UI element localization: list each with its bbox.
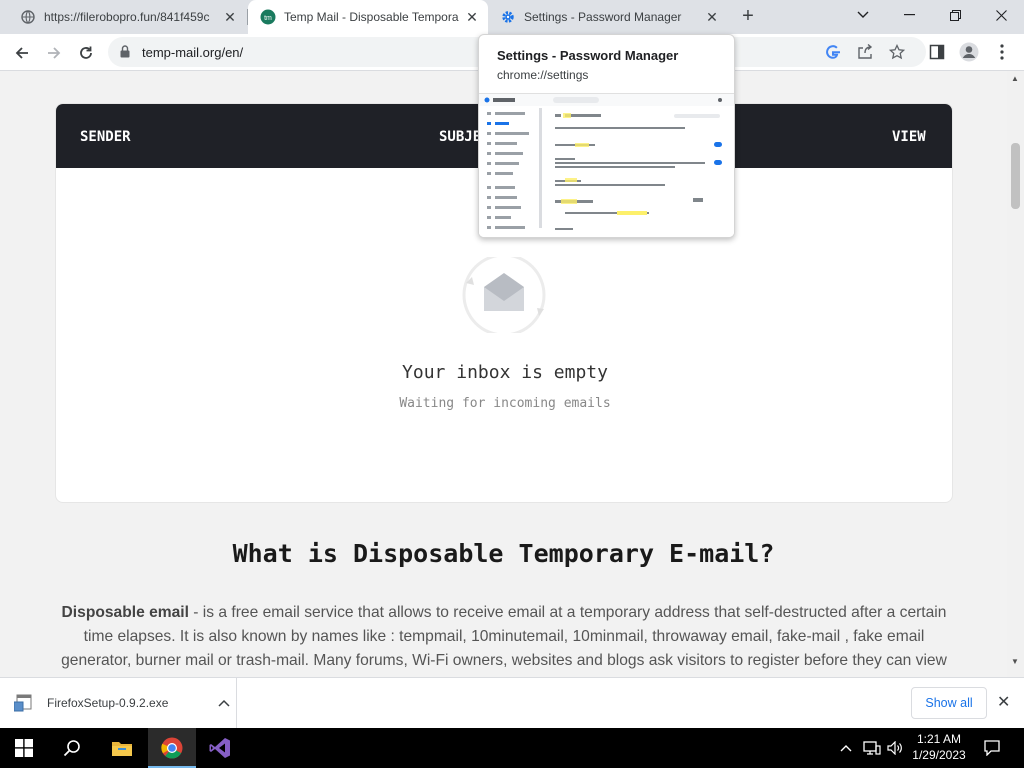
- back-button[interactable]: [8, 39, 36, 67]
- empty-inbox-subtitle: Waiting for incoming emails: [399, 396, 611, 411]
- clock-time: 1:21 AM: [916, 732, 962, 746]
- tab-close-icon[interactable]: ✕: [704, 9, 720, 26]
- tab-title: Temp Mail - Disposable Tempora: [284, 10, 459, 24]
- tray-overflow-chevron-icon[interactable]: [836, 738, 856, 758]
- side-panel-icon[interactable]: [927, 42, 947, 62]
- scroll-up-arrow-icon[interactable]: ▲: [1011, 74, 1019, 83]
- tab-close-icon[interactable]: ✕: [464, 9, 480, 26]
- tab-hover-card: Settings - Password Manager chrome://set…: [478, 34, 735, 238]
- close-download-shelf-icon[interactable]: ✕: [997, 692, 1010, 712]
- share-icon[interactable]: [856, 43, 874, 61]
- restore-button[interactable]: [932, 0, 978, 30]
- description-line: generator, burner mail or trash-mail. Ma…: [61, 652, 947, 669]
- empty-inbox-title: Your inbox is empty: [402, 362, 608, 383]
- google-lens-icon[interactable]: [824, 43, 842, 61]
- close-window-button[interactable]: [978, 0, 1024, 30]
- column-subject: SUBJE: [439, 129, 482, 145]
- notifications-icon[interactable]: [980, 738, 1004, 758]
- system-clock[interactable]: 1:21 AM 1/29/2023: [908, 731, 970, 763]
- bookmark-star-icon[interactable]: [888, 43, 906, 61]
- clock-date: 1/29/2023: [912, 748, 966, 762]
- svg-text:tm: tm: [264, 15, 272, 22]
- file-explorer-icon[interactable]: [98, 728, 146, 768]
- profile-avatar-icon[interactable]: [959, 42, 979, 62]
- visual-studio-icon[interactable]: [196, 728, 244, 768]
- scroll-down-arrow-icon[interactable]: ▼: [1011, 657, 1019, 666]
- page-scrollbar[interactable]: ▲ ▼: [1007, 71, 1024, 677]
- network-icon[interactable]: [860, 738, 884, 758]
- description-paragraph: Disposable email - is a free email servi…: [44, 601, 964, 673]
- hover-card-title: Settings - Password Manager: [497, 48, 679, 63]
- temp-mail-favicon-icon: tm: [260, 9, 276, 25]
- forward-button[interactable]: [40, 39, 68, 67]
- show-all-button[interactable]: Show all: [911, 687, 987, 719]
- download-divider: [236, 678, 237, 729]
- hover-card-thumbnail: [479, 93, 734, 237]
- download-filename: FirefoxSetup-0.9.2.exe: [47, 696, 169, 710]
- tab-close-icon[interactable]: ✕: [222, 9, 238, 26]
- kebab-menu-icon[interactable]: [992, 42, 1012, 62]
- description-line: time elapses. It is also known by names …: [83, 628, 925, 645]
- installer-file-icon: [14, 694, 34, 712]
- chrome-icon[interactable]: [148, 728, 196, 768]
- search-icon[interactable]: [48, 728, 96, 768]
- volume-icon[interactable]: [884, 738, 906, 758]
- column-view: VIEW: [892, 129, 926, 145]
- empty-envelope-icon: [460, 253, 550, 337]
- download-shelf: FirefoxSetup-0.9.2.exe Show all ✕: [0, 677, 1024, 729]
- url-text: temp-mail.org/en/: [142, 45, 244, 60]
- tab-temp-mail[interactable]: tm Temp Mail - Disposable Tempora ✕: [248, 0, 488, 34]
- section-heading: What is Disposable Temporary E-mail?: [232, 539, 775, 568]
- new-tab-button[interactable]: +: [736, 5, 760, 29]
- download-chevron-up-icon[interactable]: [218, 699, 230, 707]
- description-line: - is a free email service that allows to…: [188, 604, 947, 621]
- scrollbar-thumb[interactable]: [1011, 143, 1020, 209]
- tab-title: Settings - Password Manager: [524, 10, 682, 24]
- windows-taskbar: 1:21 AM 1/29/2023: [0, 728, 1024, 768]
- download-item[interactable]: FirefoxSetup-0.9.2.exe: [14, 688, 230, 718]
- tab-filerobopro[interactable]: https://filerobopro.fun/841f459c ✕: [0, 0, 246, 34]
- windows-start-icon[interactable]: [0, 728, 48, 768]
- minimize-button[interactable]: [886, 0, 932, 30]
- description-bold-term: Disposable email: [61, 604, 189, 621]
- reload-button[interactable]: [72, 39, 100, 67]
- tab-strip: https://filerobopro.fun/841f459c ✕ tm Te…: [0, 0, 1024, 34]
- tab-title: https://filerobopro.fun/841f459c: [44, 10, 210, 24]
- tab-settings[interactable]: Settings - Password Manager ✕: [488, 0, 728, 34]
- globe-icon: [20, 9, 36, 25]
- hover-card-url: chrome://settings: [497, 68, 589, 82]
- column-sender: SENDER: [80, 129, 131, 145]
- tab-search-chevron-icon[interactable]: [840, 0, 886, 30]
- gear-icon: [500, 9, 516, 25]
- lock-icon[interactable]: [120, 45, 130, 63]
